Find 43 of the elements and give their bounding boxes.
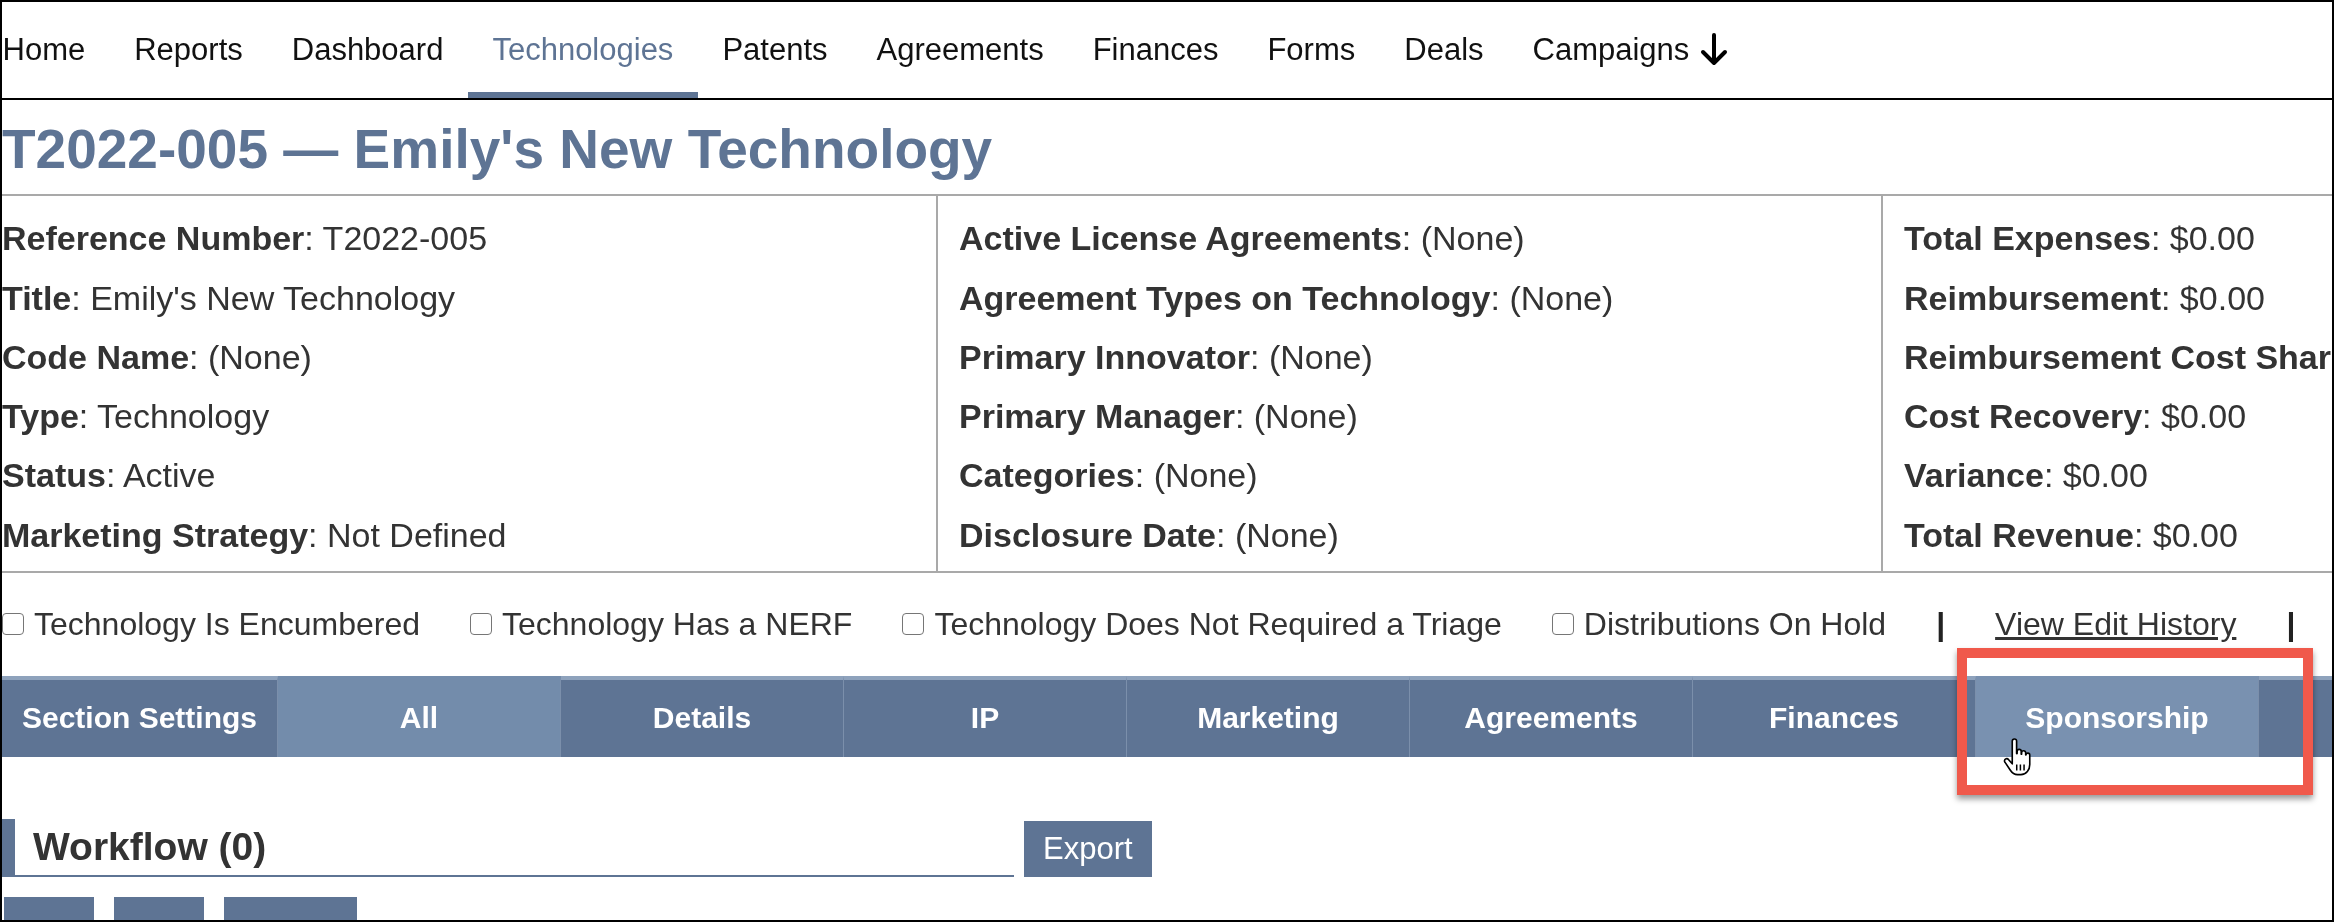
info-field: Reference Number: T2022-005 xyxy=(2,218,488,260)
info-field: Marketing Strategy: Not Defined xyxy=(2,514,507,556)
separator: | xyxy=(1936,605,1946,643)
info-field: Total Revenue: $0.00 xyxy=(1904,514,2238,556)
checkbox-label: Technology Has a NERF xyxy=(502,605,853,643)
info-field: Active License Agreements: (None) xyxy=(959,218,1525,260)
checkbox[interactable] xyxy=(902,613,925,636)
checkbox-label: Technology Is Encumbered xyxy=(34,605,420,643)
page-title: T2022-005 — Emily's New Technology xyxy=(2,118,993,182)
nav-tab[interactable]: Finances xyxy=(1068,2,1243,98)
info-field: Total Expenses: $0.00 xyxy=(1904,218,2255,260)
section-heading: Workflow (0) xyxy=(33,824,267,869)
info-field: Reimbursement Cost Shar xyxy=(1904,336,2331,378)
nav-tab[interactable]: Forms xyxy=(1242,2,1380,98)
info-field: Primary Innovator: (None) xyxy=(959,336,1373,378)
info-field: Reimbursement: $0.00 xyxy=(1904,277,2265,319)
nav-tab[interactable]: Technologies xyxy=(467,2,698,98)
info-field: Disclosure Date: (None) xyxy=(959,514,1339,556)
checkbox[interactable] xyxy=(2,613,24,636)
info-field: Status: Active xyxy=(2,455,216,497)
info-field: Categories: (None) xyxy=(959,455,1258,497)
info-field: Variance: $0.00 xyxy=(1904,455,2148,497)
checkbox-label: Distributions On Hold xyxy=(1583,605,1887,643)
export-button[interactable]: Export xyxy=(1024,820,1152,877)
nav-tab[interactable]: Agreements xyxy=(852,2,1069,98)
checkbox[interactable] xyxy=(470,613,492,636)
nav-tab[interactable]: Deals xyxy=(1379,2,1509,98)
info-field: Code Name: (None) xyxy=(2,336,312,378)
arrow-down-icon[interactable] xyxy=(1699,32,1728,68)
info-field: Primary Manager: (None) xyxy=(959,396,1358,437)
nav-tab[interactable]: Home xyxy=(2,2,110,98)
info-field: Type: Technology xyxy=(2,396,270,437)
checkbox[interactable] xyxy=(1551,613,1574,636)
checkbox-label: Technology Does Not Required a Triage xyxy=(934,605,1502,643)
nav-tab[interactable]: Dashboard xyxy=(267,2,468,98)
info-field: Cost Recovery: $0.00 xyxy=(1904,396,2247,437)
nav-tab[interactable]: Campaigns xyxy=(1508,2,1714,98)
nav-tab[interactable]: Patents xyxy=(697,2,852,98)
info-field: Agreement Types on Technology: (None) xyxy=(959,277,1614,319)
edit-history-link[interactable]: View Edit History xyxy=(1995,605,2237,643)
separator: | xyxy=(2286,605,2296,643)
info-field: Title: Emily's New Technology xyxy=(2,277,456,319)
nav-tab[interactable]: Reports xyxy=(109,2,268,98)
